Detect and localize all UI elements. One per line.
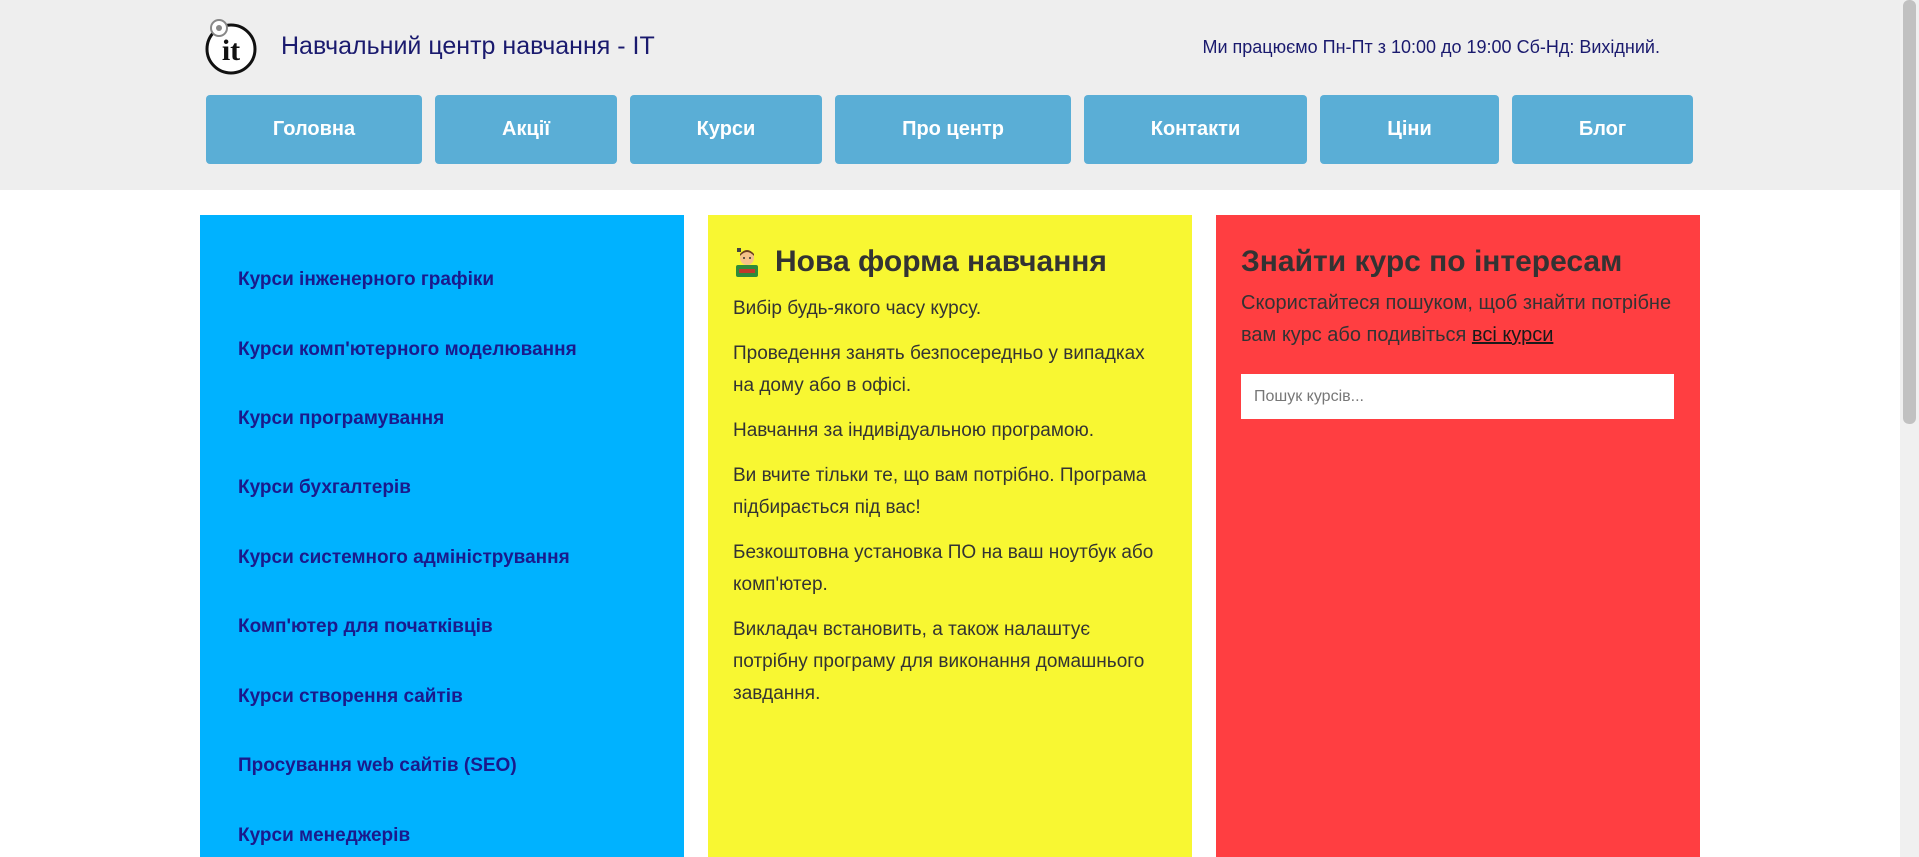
working-hours: Ми працюємо Пн-Пт з 10:00 до 19:00 Сб-Нд… [1202,37,1660,57]
logo-icon[interactable]: it [204,17,258,75]
main-nav: Головна Акції Курси Про центр Контакти Ц… [206,95,1693,164]
new-form-title: Нова форма навчання [775,245,1107,278]
nav-item-promotions[interactable]: Акції [435,95,617,164]
new-form-text: Ви вчите тільки те, що вам потрібно. Про… [733,465,1147,518]
scrollbar-thumb[interactable] [1903,0,1916,424]
new-form-text: Безкоштовна установка ПО на ваш ноутбук … [733,542,1154,595]
new-form-text: Вибір будь-якого часу курсу. [733,298,982,319]
search-heading: Знайти курс по інтересам [1241,245,1623,278]
new-form-panel: Нова форма навчання Вибір будь-якого час… [708,215,1192,857]
nav-item-courses[interactable]: Курси [630,95,822,164]
course-list-panel: Курси інженерного графіки Курси комп'юте… [200,215,684,857]
site-title[interactable]: Навчальний центр навчання - IT [281,32,655,61]
nav-item-about[interactable]: Про центр [835,95,1071,164]
search-description: Скористайтеся пошуком, щоб знайти потріб… [1241,287,1675,351]
course-link-programming[interactable]: Курси програмування [238,408,444,430]
course-link-accountants[interactable]: Курси бухгалтерів [238,477,411,499]
course-link-sysadmin[interactable]: Курси системного адміністрування [238,547,570,569]
nav-item-contacts[interactable]: Контакти [1084,95,1307,164]
new-form-text: Викладач встановить, а також налаштує по… [733,619,1145,704]
site-header: it Навчальний центр навчання - IT Ми пра… [0,0,1900,190]
all-courses-link[interactable]: всі курси [1472,324,1553,346]
nav-item-blog[interactable]: Блог [1512,95,1693,164]
search-panel: Знайти курс по інтересам Скористайтеся п… [1216,215,1700,857]
nav-item-home[interactable]: Головна [206,95,422,164]
search-input[interactable] [1241,374,1674,419]
course-link-beginners[interactable]: Комп'ютер для початківців [238,616,493,638]
course-link-managers[interactable]: Курси менеджерів [238,825,410,847]
search-description-text: Скористайтеся пошуком, щоб знайти потріб… [1241,292,1672,346]
new-form-text: Проведення занять безпосередньо у випадк… [733,343,1145,396]
new-form-heading: Нова форма навчання [733,245,1168,279]
course-link-computer-modeling[interactable]: Курси комп'ютерного моделювання [238,339,577,361]
course-link-seo[interactable]: Просування web сайтів (SEO) [238,755,517,777]
logo-text: it [222,34,240,67]
new-form-text: Навчання за індивідуальною програмою. [733,420,1094,441]
page: it Навчальний центр навчання - IT Ми пра… [0,0,1919,857]
nav-item-prices[interactable]: Ціни [1320,95,1499,164]
scrollbar[interactable] [1900,0,1919,857]
teacher-icon [736,248,758,277]
course-link-engineering-graphics[interactable]: Курси інженерного графіки [238,269,494,291]
course-link-web-sites[interactable]: Курси створення сайтів [238,686,463,708]
